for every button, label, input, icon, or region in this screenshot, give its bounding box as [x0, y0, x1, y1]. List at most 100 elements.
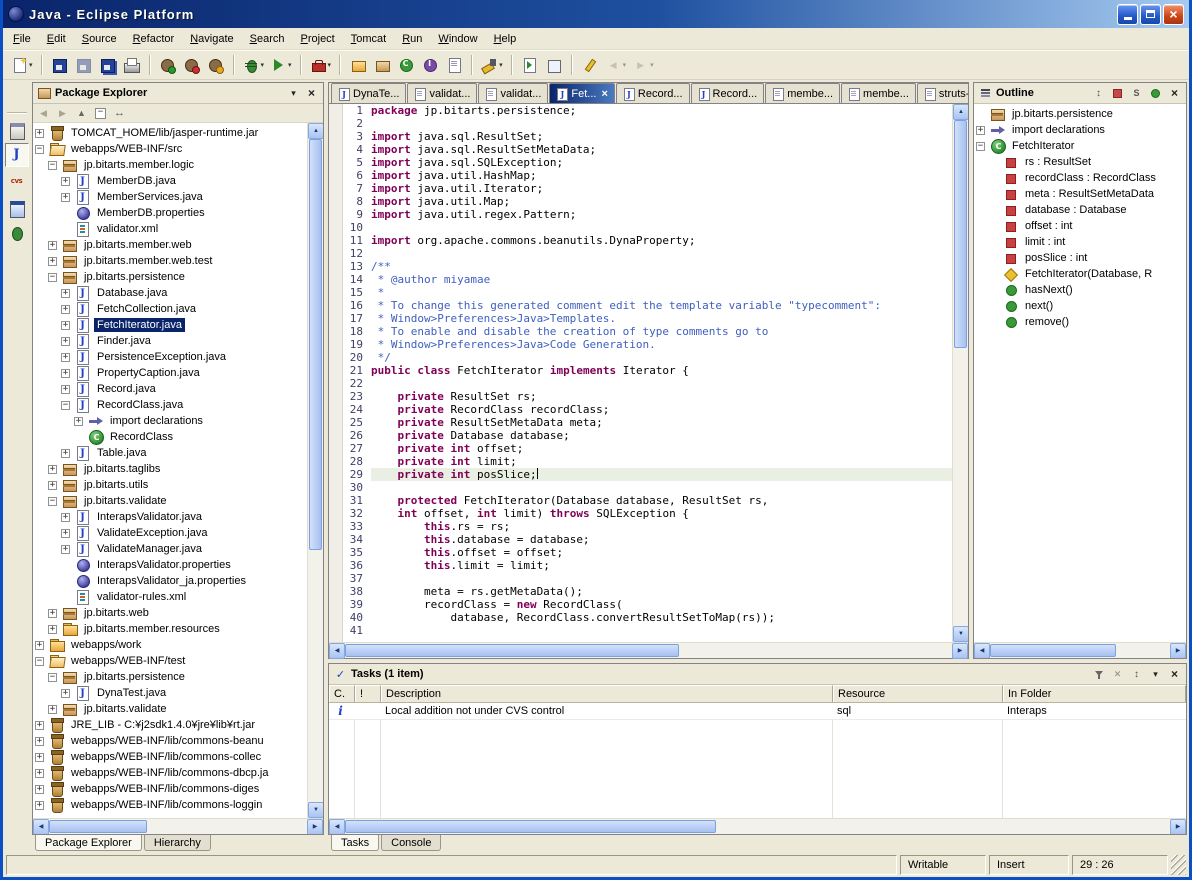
editor-vertical-scrollbar[interactable]: ▲ ▼	[952, 104, 968, 642]
scroll-track[interactable]	[49, 819, 307, 834]
view-tab-package-explorer[interactable]: Package Explorer	[35, 835, 142, 851]
code-text[interactable]: private int posSlice;	[371, 468, 952, 481]
tree-item[interactable]: +FetchIterator.java	[33, 317, 307, 333]
tree-item[interactable]: +Database.java	[33, 285, 307, 301]
dropdown-arrow-icon[interactable]: ▾	[261, 61, 265, 69]
tree-item[interactable]: +import declarations	[33, 413, 307, 429]
external-tools-button[interactable]: ▾	[307, 53, 335, 77]
tree-item[interactable]: −jp.bitarts.member.logic	[33, 157, 307, 173]
new-class-button[interactable]	[394, 53, 418, 77]
scroll-track[interactable]	[953, 120, 968, 626]
tree-item[interactable]: +Record.java	[33, 381, 307, 397]
tree-expander-icon[interactable]: +	[48, 257, 57, 266]
forward-button[interactable]: ▾	[629, 53, 657, 77]
tree-expander-icon[interactable]: +	[35, 801, 44, 810]
scroll-right-button[interactable]: ▶	[307, 819, 323, 835]
tasks-column-header[interactable]: C.	[329, 685, 355, 702]
tree-item[interactable]: +MemberDB.java	[33, 173, 307, 189]
tree-item[interactable]: −jp.bitarts.persistence	[33, 269, 307, 285]
tree-item[interactable]: posSlice : int	[974, 250, 1186, 266]
tree-item[interactable]: jp.bitarts.persistence	[974, 106, 1186, 122]
tree-item[interactable]: database : Database	[974, 202, 1186, 218]
editor-tab[interactable]: Record...	[616, 83, 690, 103]
scroll-thumb[interactable]	[954, 120, 967, 348]
save-as-button[interactable]	[72, 53, 96, 77]
tasks-column-header[interactable]: Resource	[833, 685, 1003, 702]
tree-expander-icon[interactable]: +	[48, 241, 57, 250]
editor-marker-bar[interactable]	[329, 104, 343, 642]
resource-perspective-button[interactable]	[5, 117, 29, 141]
tasks-horizontal-scrollbar[interactable]: ◀ ▶	[329, 818, 1186, 834]
editor-tab[interactable]: Record...	[691, 83, 765, 103]
scroll-track[interactable]	[345, 819, 1170, 834]
scroll-left-button[interactable]: ◀	[329, 819, 345, 835]
scroll-thumb[interactable]	[309, 139, 322, 550]
tree-item[interactable]: meta : ResultSetMetaData	[974, 186, 1186, 202]
tree-expander-icon[interactable]: +	[48, 465, 57, 474]
scroll-thumb[interactable]	[990, 644, 1116, 657]
open-type-button[interactable]	[518, 53, 542, 77]
view-tab-hierarchy[interactable]: Hierarchy	[144, 835, 211, 851]
tree-expander-icon[interactable]: +	[61, 337, 70, 346]
view-tab-console[interactable]: Console	[381, 835, 441, 851]
new-interface-button[interactable]	[418, 53, 442, 77]
tree-expander-icon[interactable]: +	[48, 609, 57, 618]
code-text[interactable]: * Window>Preferences>Java>Templates.	[371, 312, 952, 325]
tree-item[interactable]: +DynaTest.java	[33, 685, 307, 701]
menu-help[interactable]: Help	[486, 30, 525, 48]
editor-tab[interactable]: struts-...	[917, 83, 968, 103]
code-text[interactable]	[371, 117, 952, 130]
tree-item[interactable]: +webapps/WEB-INF/lib/commons-diges	[33, 781, 307, 797]
tree-item[interactable]: hasNext()	[974, 282, 1186, 298]
code-text[interactable]: import java.util.HashMap;	[371, 169, 952, 182]
java-browsing-perspective-button[interactable]	[5, 195, 29, 219]
tree-expander-icon[interactable]: +	[48, 625, 57, 634]
debug-perspective-button[interactable]	[5, 221, 29, 245]
debug-button[interactable]: ▾	[240, 53, 268, 77]
tree-expander-icon[interactable]: −	[35, 145, 44, 154]
code-text[interactable]	[371, 481, 952, 494]
scroll-track[interactable]	[345, 643, 952, 658]
tree-expander-icon[interactable]: +	[61, 289, 70, 298]
tree-item[interactable]: +webapps/WEB-INF/lib/commons-dbcp.ja	[33, 765, 307, 781]
tomcat-stop-button[interactable]	[180, 53, 204, 77]
tree-item[interactable]: +jp.bitarts.member.web	[33, 237, 307, 253]
code-text[interactable]: this.database = database;	[371, 533, 952, 546]
code-text[interactable]	[371, 247, 952, 260]
code-text[interactable]: meta = rs.getMetaData();	[371, 585, 952, 598]
scroll-left-button[interactable]: ◀	[974, 643, 990, 659]
editor-tab[interactable]: membe...	[765, 83, 840, 103]
menu-source[interactable]: Source	[74, 30, 125, 48]
tasks-column-header[interactable]: !	[355, 685, 381, 702]
tree-item[interactable]: +ValidateManager.java	[33, 541, 307, 557]
tree-item[interactable]: +jp.bitarts.member.resources	[33, 621, 307, 637]
tree-item[interactable]: +JRE_LIB - C:¥j2sdk1.4.0¥jre¥lib¥rt.jar	[33, 717, 307, 733]
editor-tab[interactable]: validat...	[478, 83, 548, 103]
scroll-down-button[interactable]: ▼	[308, 802, 324, 818]
tree-expander-icon[interactable]: +	[976, 126, 985, 135]
save-button[interactable]	[48, 53, 72, 77]
scroll-left-button[interactable]: ◀	[329, 643, 345, 659]
code-text[interactable]: import java.util.Map;	[371, 195, 952, 208]
tree-expander-icon[interactable]: +	[61, 369, 70, 378]
code-text[interactable]: * @author miyamae	[371, 273, 952, 286]
code-text[interactable]: private int offset;	[371, 442, 952, 455]
hide-static-icon[interactable]	[1129, 86, 1144, 100]
hide-nonpublic-icon[interactable]	[1148, 86, 1163, 100]
tree-item[interactable]: validator-rules.xml	[33, 589, 307, 605]
code-text[interactable]: database, RecordClass.convertResultSetTo…	[371, 611, 952, 624]
tree-item[interactable]: +PersistenceException.java	[33, 349, 307, 365]
tree-item[interactable]: offset : int	[974, 218, 1186, 234]
tree-expander-icon[interactable]: −	[48, 273, 57, 282]
tree-item[interactable]: +webapps/work	[33, 637, 307, 653]
tomcat-start-button[interactable]	[156, 53, 180, 77]
tree-item[interactable]: +MemberServices.java	[33, 189, 307, 205]
code-text[interactable]: protected FetchIterator(Database databas…	[371, 494, 952, 507]
scroll-right-button[interactable]: ▶	[952, 643, 968, 659]
code-area[interactable]: 1package jp.bitarts.persistence;23import…	[343, 104, 952, 642]
code-text[interactable]: import java.util.regex.Pattern;	[371, 208, 952, 221]
tree-expander-icon[interactable]: +	[35, 737, 44, 746]
tree-expander-icon[interactable]: +	[35, 721, 44, 730]
dropdown-arrow-icon[interactable]: ▾	[288, 61, 292, 69]
tree-expander-icon[interactable]: +	[74, 417, 83, 426]
